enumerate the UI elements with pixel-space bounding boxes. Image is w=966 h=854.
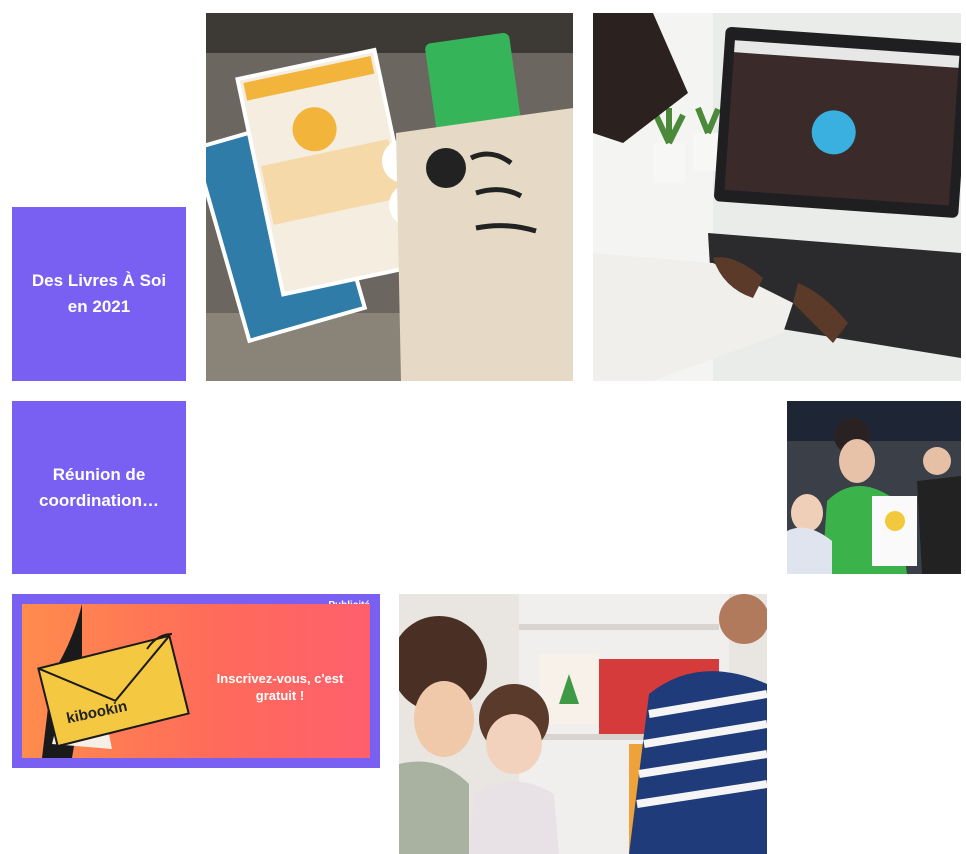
ad-creative: kibookin Inscrivez-vous, c'est gratuit !: [22, 604, 370, 758]
tile-reunion-coordination[interactable]: Réunion de coordination…: [12, 401, 186, 574]
photo-laptop-video-call[interactable]: [593, 13, 961, 381]
laptop-illustration: [593, 13, 961, 381]
tile-title: Des Livres À Soi en 2021: [31, 271, 167, 316]
reading-illustration: [787, 401, 961, 574]
bookstore-illustration: [399, 594, 767, 854]
books-tote-illustration: [206, 13, 573, 381]
ad-banner-kibookin[interactable]: Publicité kibookin Inscrivez-vous, c'est…: [12, 594, 380, 768]
tile-des-livres-a-soi[interactable]: Des Livres À Soi en 2021: [12, 207, 186, 381]
photo-kids-bookstore[interactable]: [399, 594, 767, 854]
photo-books-tote-bag[interactable]: [206, 13, 573, 381]
tile-title: Réunion de coordination…: [39, 464, 159, 510]
photo-reading-to-children[interactable]: [787, 401, 961, 574]
ad-cta-text: Inscrivez-vous, c'est gratuit !: [216, 671, 344, 703]
